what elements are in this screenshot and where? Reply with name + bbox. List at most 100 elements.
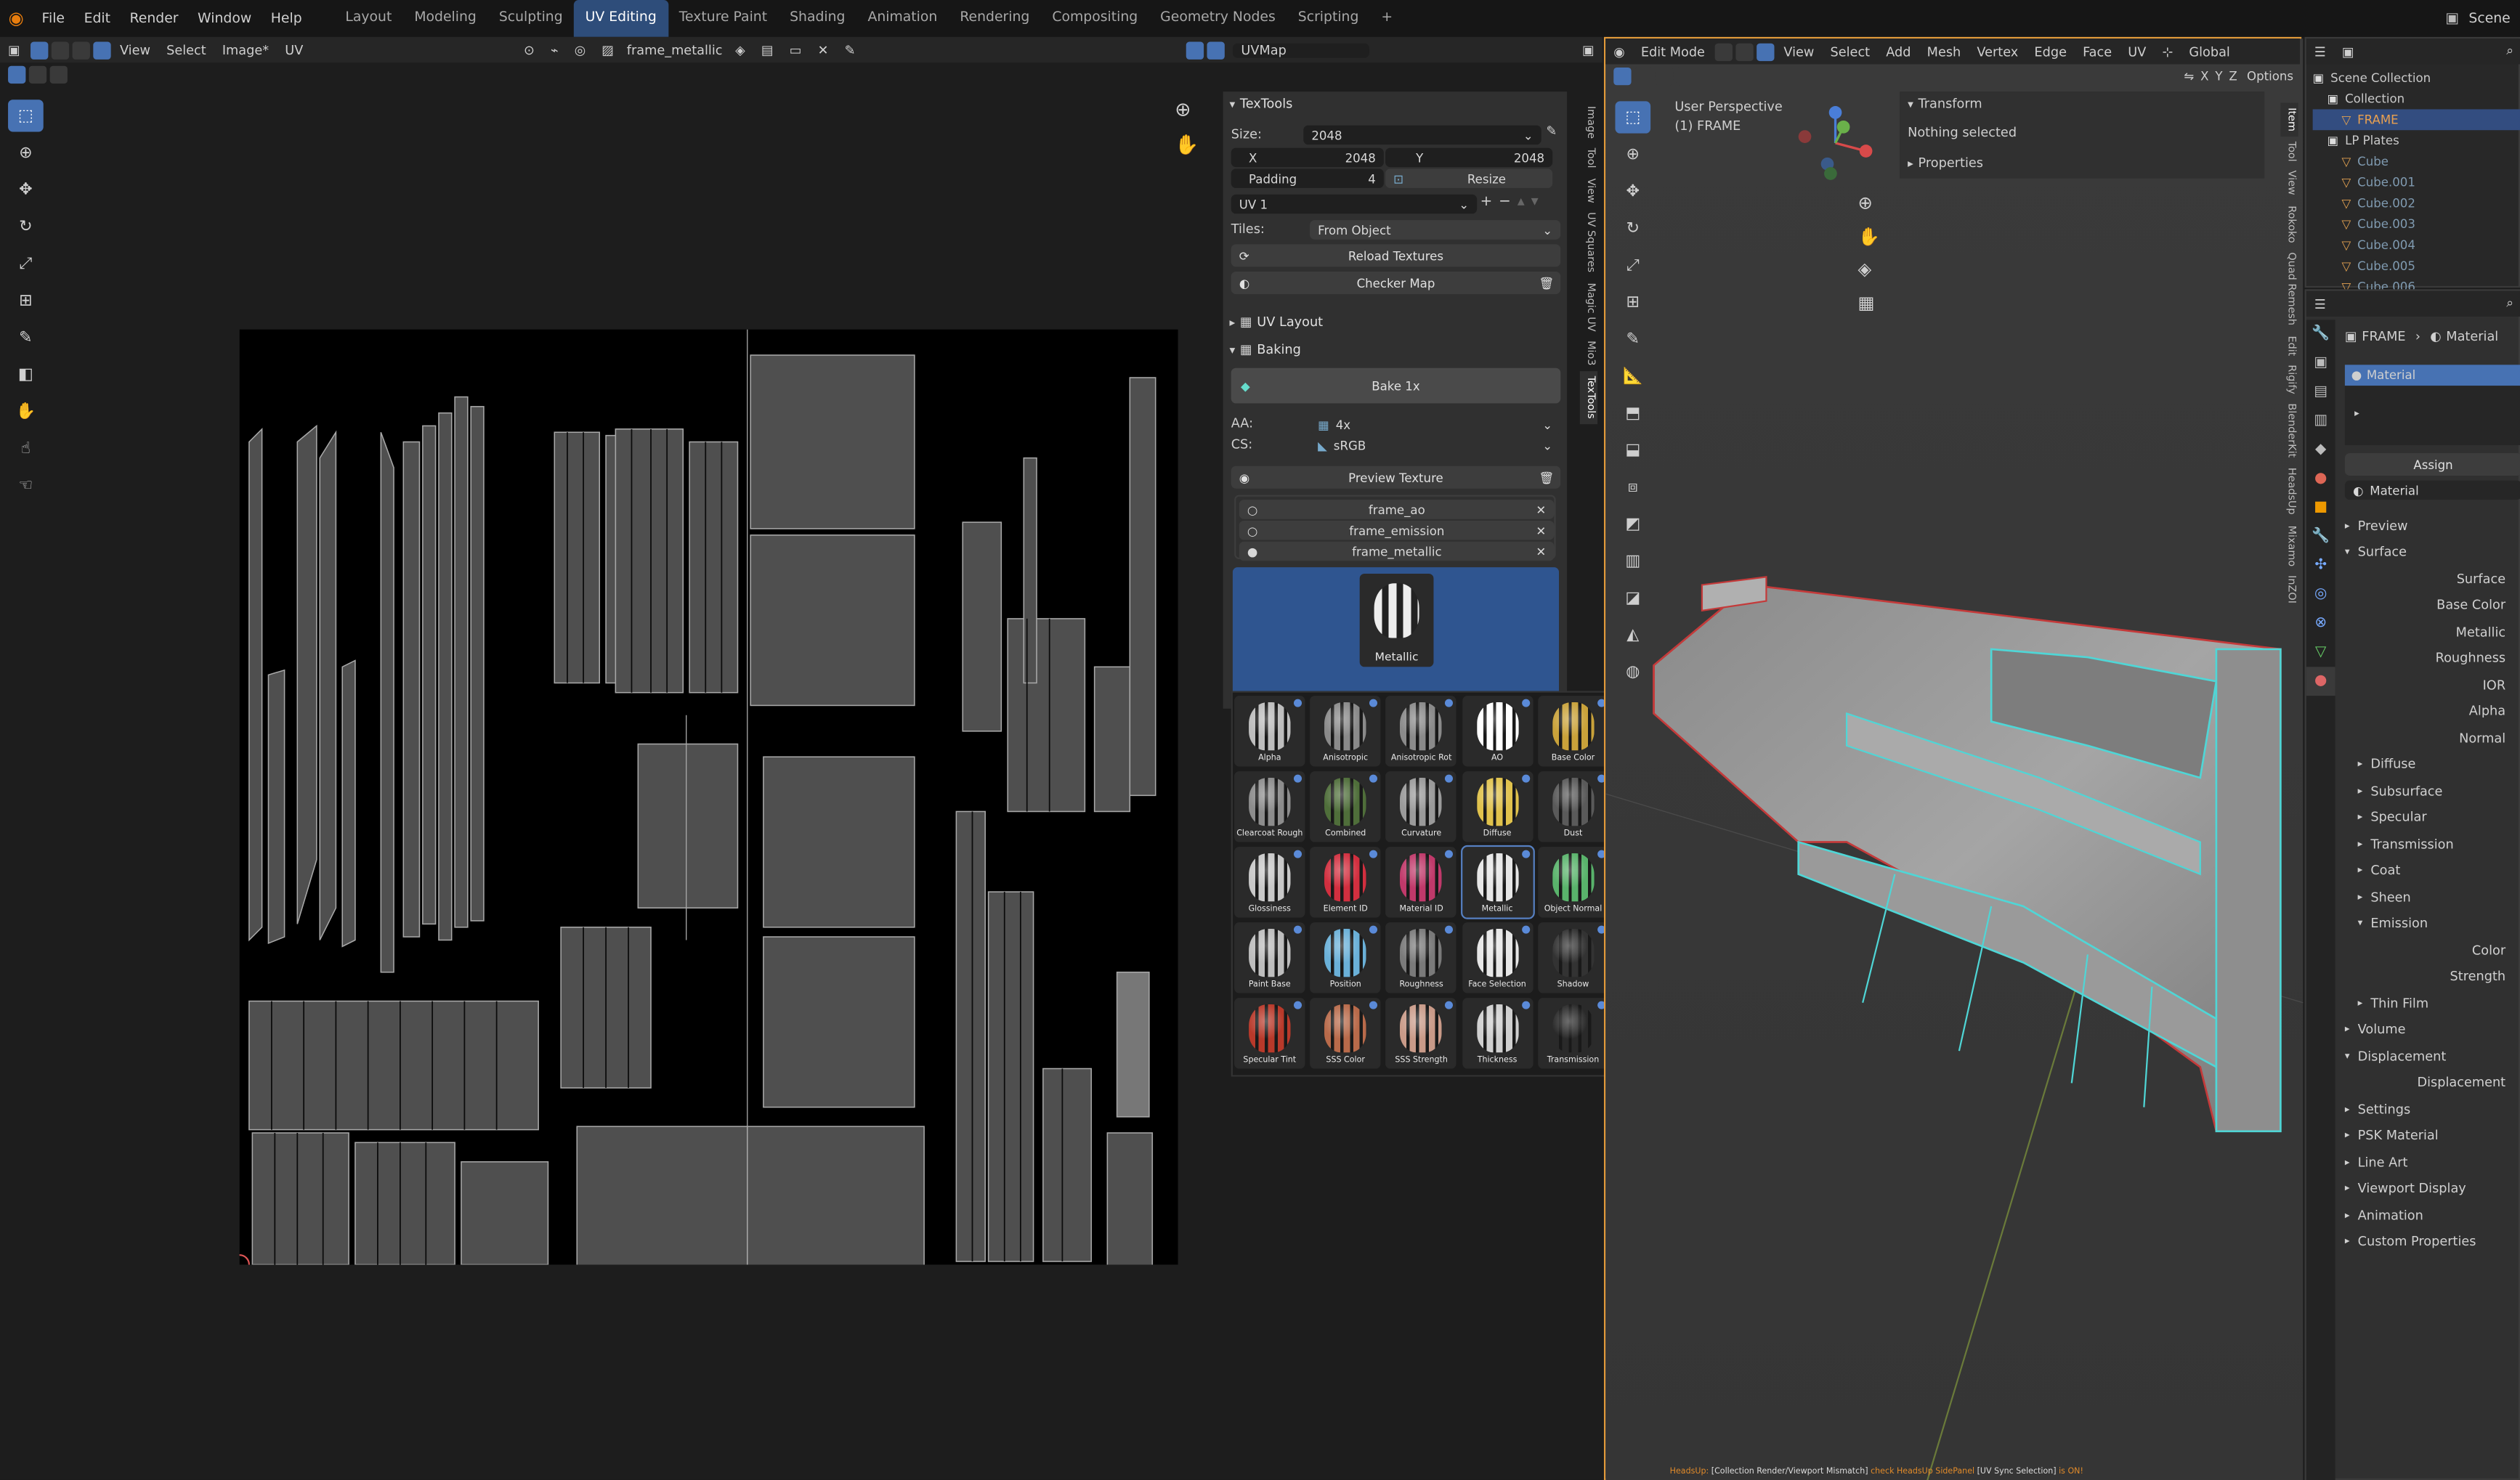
grab-icon[interactable]: ✋ xyxy=(8,395,44,427)
tab-tool[interactable]: Tool xyxy=(2280,137,2298,166)
axis-x-toggle[interactable]: X xyxy=(2200,69,2208,84)
outliner-item[interactable]: ▽ Cube.002 xyxy=(2313,193,2520,214)
bevel-icon[interactable]: ◩ xyxy=(1615,508,1650,540)
bake-mode-ao[interactable]: AO xyxy=(1462,696,1533,767)
select-box-icon[interactable]: ⬚ xyxy=(8,99,44,132)
vp-menu-mesh[interactable]: Mesh xyxy=(1919,44,1969,59)
outliner-item[interactable]: ▣ Scene Collection xyxy=(2313,68,2520,89)
pan-icon[interactable]: ✋ xyxy=(1175,134,1199,156)
property-row[interactable]: Displacement xyxy=(2345,1070,2520,1097)
spin-icon[interactable]: ◍ xyxy=(1615,656,1650,688)
grid-icon[interactable]: ▦ xyxy=(1858,293,1875,314)
data-tab-icon[interactable]: ▽ xyxy=(2306,638,2335,667)
property-row[interactable]: ▾ Displacement xyxy=(2345,1043,2520,1070)
transform-header[interactable]: ▾ Transform xyxy=(1908,97,1982,111)
properties-header[interactable]: ▸ Properties xyxy=(1908,156,1983,171)
material-tab-icon[interactable]: ● xyxy=(2306,667,2335,696)
uv-up-icon[interactable]: ▴ xyxy=(1518,195,1525,211)
material-slot[interactable]: ● Material xyxy=(2344,365,2520,386)
move-icon[interactable]: ✥ xyxy=(8,174,44,206)
uv-down-icon[interactable]: ▾ xyxy=(1531,195,1539,211)
aa-select[interactable]: ▦ 4x ⌄ xyxy=(1310,414,1561,434)
select-add-icon[interactable] xyxy=(1634,67,1653,86)
tab-modeling[interactable]: Modeling xyxy=(403,0,488,37)
property-row[interactable]: Metallic xyxy=(2345,619,2520,646)
bake-mode-diffuse[interactable]: Diffuse xyxy=(1462,771,1533,842)
tab-headsup[interactable]: HeadsUp xyxy=(2280,463,2298,520)
vertex-select-icon[interactable] xyxy=(50,41,69,59)
select-sub-icon[interactable] xyxy=(1655,67,1674,86)
vp-menu-vertex[interactable]: Vertex xyxy=(1969,44,2026,59)
property-row[interactable]: ▸ Thin Film xyxy=(2345,990,2520,1017)
select-mode-add-icon[interactable] xyxy=(28,65,47,84)
outliner-item[interactable]: ▽ FRAME xyxy=(2312,109,2520,131)
bake-mode-dust[interactable]: Dust xyxy=(1537,771,1609,842)
texture-item-metallic[interactable]: ● frame_metallic ✕ xyxy=(1239,541,1555,561)
relax-icon[interactable]: ☝ xyxy=(8,432,44,464)
tab-magic-uv[interactable]: Magic UV xyxy=(1580,278,1597,336)
mode-selector[interactable]: Edit Mode xyxy=(1633,44,1713,59)
bake-mode-alpha[interactable]: Alpha xyxy=(1234,696,1305,767)
physics-tab-icon[interactable]: ◎ xyxy=(2306,580,2335,609)
render-tab-icon[interactable]: ▣ xyxy=(2306,349,2335,378)
remove-uv-icon[interactable]: − xyxy=(1499,195,1511,211)
mirror-icon[interactable]: ⇋ xyxy=(2184,69,2194,84)
property-row[interactable]: ▾ Surface xyxy=(2345,539,2520,566)
tab-image[interactable]: Image xyxy=(1580,101,1597,143)
outliner-item[interactable]: ▽ Cube xyxy=(2313,151,2520,172)
constraints-tab-icon[interactable]: ⊗ xyxy=(2306,609,2335,638)
uv-display-icon[interactable] xyxy=(1186,41,1204,59)
x-field[interactable]: X 2048 xyxy=(1231,147,1384,168)
close-icon[interactable]: ✕ xyxy=(1536,503,1546,517)
bake-mode-sss-color[interactable]: SSS Color xyxy=(1310,998,1381,1069)
select-mode-new-icon[interactable] xyxy=(8,65,26,84)
proportional-icon[interactable]: ◎ xyxy=(567,43,594,57)
property-row[interactable]: Surface xyxy=(2345,566,2520,593)
new-image-icon[interactable]: ▤ xyxy=(753,43,782,57)
bake-mode-clearcoat-rough[interactable]: Clearcoat Rough xyxy=(1234,771,1305,842)
cursor-icon[interactable]: ⊕ xyxy=(1615,138,1650,170)
navigation-gizmo[interactable] xyxy=(1795,103,1876,184)
tab-shading[interactable]: Shading xyxy=(779,0,856,37)
overlay-icon[interactable] xyxy=(1207,41,1225,59)
bake-mode-object-normal[interactable]: Object Normal xyxy=(1537,847,1609,918)
resize-button[interactable]: ⊡ Resize xyxy=(1385,168,1553,188)
axis-z-toggle[interactable]: Z xyxy=(2229,69,2237,84)
bake-mode-anisotropic-rot[interactable]: Anisotropic Rot xyxy=(1385,696,1457,767)
property-row[interactable]: ▸ PSK Material xyxy=(2345,1123,2520,1150)
properties-type-icon[interactable]: ☰ xyxy=(2306,296,2334,311)
bake-mode-paint-base[interactable]: Paint Base xyxy=(1234,922,1305,993)
uv-canvas[interactable] xyxy=(239,329,1178,1265)
transform-icon[interactable]: ⊞ xyxy=(8,285,44,317)
editor-type-icon[interactable]: ▣ xyxy=(0,43,28,57)
cursor-icon[interactable]: ⊕ xyxy=(8,137,44,168)
pin-icon[interactable]: ✎ xyxy=(837,43,864,57)
bake-mode-metallic[interactable]: Metallic xyxy=(1460,845,1534,919)
bake-mode-material-id[interactable]: Material ID xyxy=(1385,847,1457,918)
tab-rigify[interactable]: Rigify xyxy=(2280,360,2298,399)
blender-logo[interactable]: ◉ xyxy=(0,8,32,29)
vp-menu-add[interactable]: Add xyxy=(1878,44,1919,59)
bake-mode-base-color[interactable]: Base Color xyxy=(1537,696,1609,767)
bake-mode-face-selection[interactable]: Face Selection xyxy=(1462,922,1533,993)
rotate-icon[interactable]: ↻ xyxy=(8,211,44,243)
pivot-icon[interactable]: ⊙ xyxy=(516,43,543,57)
property-row[interactable]: Alpha xyxy=(2345,698,2520,725)
close-icon[interactable]: ✕ xyxy=(1536,523,1546,537)
loop-cut-icon[interactable]: ▥ xyxy=(1615,545,1650,577)
property-row[interactable]: ▸ Preview xyxy=(2345,513,2520,540)
sync-selection-icon[interactable] xyxy=(30,41,48,59)
select-box-icon[interactable]: ⬚ xyxy=(1615,101,1651,134)
tab-mio3[interactable]: Mio3 xyxy=(1580,336,1597,371)
property-row[interactable]: Strength xyxy=(2345,964,2520,991)
zoom-icon[interactable]: ⊕ xyxy=(1175,98,1191,121)
face-select-icon[interactable] xyxy=(92,41,110,59)
vp-menu-view[interactable]: View xyxy=(1775,44,1822,59)
tab-view[interactable]: View xyxy=(2280,166,2298,200)
menu-window[interactable]: Window xyxy=(188,10,262,26)
axis-y-toggle[interactable]: Y xyxy=(2215,69,2222,84)
property-row[interactable]: ▸ Transmission xyxy=(2345,831,2520,858)
camera-icon[interactable]: ◈ xyxy=(1858,259,1872,280)
trash-icon[interactable]: 🗑 xyxy=(1539,470,1554,484)
bake-mode-glossiness[interactable]: Glossiness xyxy=(1234,847,1305,918)
